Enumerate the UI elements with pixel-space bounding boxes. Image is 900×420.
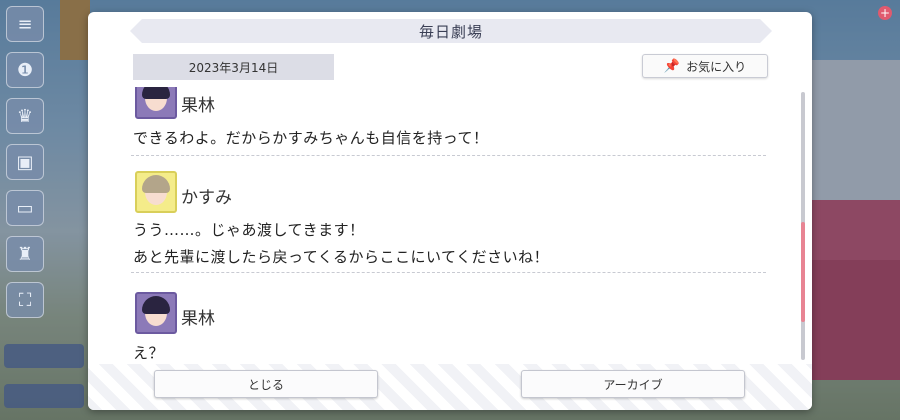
close-button[interactable]: とじる [154,370,378,398]
scrollbar-thumb[interactable] [801,222,805,322]
trophy-icon[interactable]: ♜ [6,236,44,272]
favorite-button[interactable]: 📌 お気に入り [642,54,768,78]
gift-icon[interactable]: ▣ [6,144,44,180]
favorite-button-label: お気に入り [686,59,747,74]
message-divider [131,272,766,273]
currency-display: + [875,6,892,20]
gacha-icon[interactable]: ♛ [6,98,44,134]
message-text: え？ [133,344,165,362]
speaker-name: かすみ [181,188,232,208]
karin-avatar [135,292,177,334]
message-text: できるわよ。だからかすみちゃんも自信を持って！ [133,129,489,147]
speaker-name: 果林 [181,96,215,116]
chat-scrollbar[interactable] [801,92,805,360]
date-label: 2023年3月14日 [133,54,334,80]
pin-icon: 📌 [663,58,681,74]
dialog-title: 毎日劇場 [130,19,772,43]
karin-avatar [135,87,177,119]
message-text: うう……。じゃあ渡してきます！ [133,221,365,239]
chat-icon[interactable]: ❶ [6,52,44,88]
message-text: あと先輩に渡したら戻ってくるからここにいてくださいね！ [133,248,550,266]
school-idol-shortcut[interactable] [4,384,84,408]
fullscreen-icon[interactable]: ⛶ [6,282,44,318]
daily-theater-dialog: 毎日劇場 2023年3月14日 📌 お気に入り 果林 できるわよ。だからかすみち… [88,12,812,410]
side-menu: ≡ ❶ ♛ ▣ ▭ ♜ ⛶ [4,6,44,328]
archive-button[interactable]: アーカイブ [521,370,745,398]
monitor-icon[interactable]: ▭ [6,190,44,226]
speaker-name: 果林 [181,309,215,329]
hamburger-menu-icon[interactable]: ≡ [6,6,44,42]
chat-log[interactable]: 果林 できるわよ。だからかすみちゃんも自信を持って！ かすみ うう……。じゃあ渡… [131,87,766,367]
accessory-shortcut[interactable] [4,344,84,368]
message-divider [131,155,766,156]
add-currency-icon[interactable]: + [878,6,892,20]
kasumi-avatar [135,171,177,213]
